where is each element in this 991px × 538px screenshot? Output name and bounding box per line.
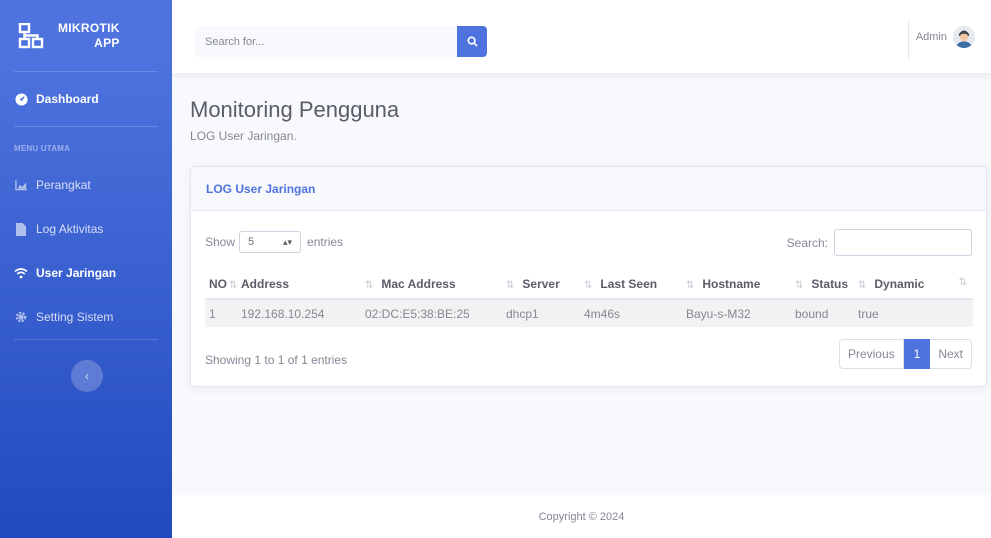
sidebar-toggle-button[interactable]: ‹ <box>71 360 103 392</box>
column-header-address[interactable]: Address <box>239 269 363 300</box>
search-label: Search: <box>786 235 828 250</box>
search-button[interactable] <box>457 26 487 57</box>
cell-status: bound <box>793 299 856 327</box>
user-dropdown[interactable]: Admin <box>916 26 975 48</box>
wifi-icon <box>14 266 28 280</box>
file-icon <box>14 222 28 236</box>
column-header-dynamic[interactable]: ⇅ Dynamic ⇅ <box>856 269 973 300</box>
datatable-search-input[interactable] <box>834 229 972 256</box>
cell-no: 1 <box>205 299 239 327</box>
footer: Copyright © 2024 <box>172 495 991 538</box>
cell-dynamic: true <box>856 299 973 327</box>
sort-icon: ⇅ <box>958 276 967 288</box>
table-header-row: NO ⇅ Address ⇅ Mac Address ⇅ Server ⇅ Last S… <box>205 269 973 300</box>
column-label: Mac Address <box>381 276 456 291</box>
column-label: Server <box>522 276 560 291</box>
sort-updown-icon: ▴▾ <box>282 236 293 247</box>
entries-select[interactable]: 5 ▴▾ <box>239 231 302 253</box>
column-header-status[interactable]: ⇅ Status <box>793 269 856 300</box>
search-icon <box>466 36 478 47</box>
column-header-no[interactable]: NO ⇅ <box>205 269 239 300</box>
sort-icon: ⇅ <box>365 279 374 291</box>
card-title: LOG User Jaringan <box>206 181 316 196</box>
sidebar-heading: MENU UTAMA <box>14 144 71 153</box>
topbar-divider <box>908 20 909 60</box>
previous-page-button[interactable]: Previous <box>838 339 904 369</box>
show-label: Show <box>205 235 236 249</box>
cell-last-seen: 4m46s <box>582 299 684 327</box>
entries-label: entries <box>307 235 344 249</box>
sidebar: MIKROTIK APP Dashboard MENU UTAMA Perang… <box>0 0 172 538</box>
chevron-left-icon: ‹ <box>85 369 89 383</box>
sidebar-item-log-aktivitas[interactable]: Log Aktivitas <box>0 207 172 251</box>
column-label: Last Seen <box>600 276 658 291</box>
sidebar-item-label: Log Aktivitas <box>36 222 104 236</box>
column-header-hostname[interactable]: ⇅ Hostname <box>684 269 793 300</box>
sort-icon: ⇅ <box>858 279 867 291</box>
cell-address: 192.168.10.254 <box>239 299 363 327</box>
cell-mac-address: 02:DC:E5:38:BE:25 <box>363 299 504 327</box>
card-header: LOG User Jaringan <box>191 167 986 211</box>
tachometer-icon <box>14 92 28 106</box>
gear-icon <box>14 310 28 324</box>
log-table: NO ⇅ Address ⇅ Mac Address ⇅ Server ⇅ Last S… <box>205 269 973 327</box>
sidebar-item-setting-sistem[interactable]: Setting Sistem <box>0 295 172 339</box>
copyright-text: Copyright © 2024 <box>538 510 625 523</box>
brand-text: MIKROTIK APP <box>58 21 120 51</box>
sidebar-item-dashboard[interactable]: Dashboard <box>0 72 172 126</box>
page-title: Monitoring Pengguna <box>190 97 400 122</box>
datatable-search: Search: <box>787 229 972 256</box>
entries-value: 5 <box>248 236 255 248</box>
table-row: 1 192.168.10.254 02:DC:E5:38:BE:25 dhcp1… <box>205 299 973 327</box>
user-name: Admin <box>915 31 947 43</box>
sort-icon: ⇅ <box>686 279 695 291</box>
network-icon <box>18 22 44 48</box>
avatar <box>953 26 975 48</box>
column-header-server[interactable]: ⇅ Server <box>504 269 582 300</box>
topbar: Admin <box>172 0 991 73</box>
column-header-mac-address[interactable]: ⇅ Mac Address <box>363 269 504 300</box>
brand-line2: APP <box>94 35 120 50</box>
next-page-button[interactable]: Next <box>930 339 972 369</box>
column-label: NO <box>209 276 227 291</box>
pagination: Previous 1 Next <box>838 339 972 369</box>
column-label: Dynamic <box>874 276 925 291</box>
sidebar-item-perangkat[interactable]: Perangkat <box>0 163 172 207</box>
datatable-controls: Show 5 ▴▾ entries Search: <box>205 229 972 259</box>
topbar-search <box>195 26 487 57</box>
column-label: Address <box>241 276 290 291</box>
page-1-button[interactable]: 1 <box>903 339 931 369</box>
sidebar-item-label: Setting Sistem <box>36 310 114 324</box>
brand-line1: MIKROTIK <box>58 20 120 35</box>
page-subtitle: LOG User Jaringan. <box>190 129 297 143</box>
chart-area-icon <box>14 178 28 192</box>
column-label: Status <box>811 276 849 291</box>
cell-hostname: Bayu-s-M32 <box>684 299 793 327</box>
sidebar-item-user-jaringan[interactable]: User Jaringan <box>0 251 172 295</box>
sort-icon: ⇅ <box>229 279 238 291</box>
sort-icon: ⇅ <box>506 279 515 291</box>
column-header-last-seen[interactable]: ⇅ Last Seen <box>582 269 684 300</box>
log-card: LOG User Jaringan Show 5 ▴▾ entries Sear… <box>190 166 987 387</box>
sort-icon: ⇅ <box>584 279 593 291</box>
search-input[interactable] <box>195 26 457 57</box>
column-label: Hostname <box>702 276 761 291</box>
table-info: Showing 1 to 1 of 1 entries <box>205 353 348 367</box>
sidebar-item-label: Dashboard <box>36 92 99 106</box>
brand[interactable]: MIKROTIK APP <box>14 0 158 72</box>
entries-length: Show 5 ▴▾ entries <box>205 231 343 253</box>
cell-server: dhcp1 <box>504 299 582 327</box>
sidebar-item-label: User Jaringan <box>36 266 117 280</box>
sidebar-divider <box>14 339 158 340</box>
sidebar-item-label: Perangkat <box>36 178 91 192</box>
sort-icon: ⇅ <box>795 279 804 291</box>
